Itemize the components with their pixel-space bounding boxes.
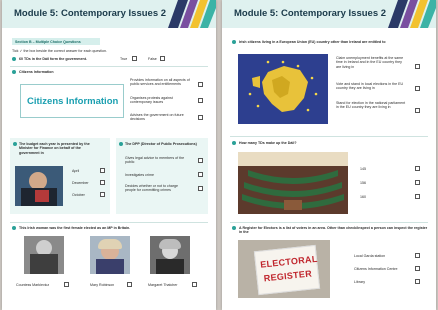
left-header-title: Module 5: Contemporary Issues 2 (14, 8, 167, 19)
right-header-title: Module 5: Contemporary Issues 2 (234, 8, 387, 19)
q1-false-checkbox[interactable] (160, 56, 165, 61)
markievicz-photo (24, 236, 64, 274)
section-label: Section B – Multiple Choice Questions (12, 38, 100, 45)
q4-option-3-checkbox[interactable] (198, 186, 203, 191)
q4-option-1-checkbox[interactable] (198, 158, 203, 163)
q5-option-1-checkbox[interactable] (64, 282, 69, 287)
dail-chamber-photo (238, 152, 348, 214)
q2-option-1: Provides information on all aspects of p… (130, 78, 190, 87)
q2-option-2: Organises protests against contemporary … (130, 96, 173, 105)
q5-text: This Irish woman was the first female el… (19, 226, 131, 230)
q7-option-1-checkbox[interactable] (415, 166, 420, 171)
q3-option-3: October (72, 193, 85, 197)
right-header: Module 5: Contemporary Issues 2 (222, 0, 436, 28)
q3-option-3-checkbox[interactable] (100, 192, 105, 197)
q4-option-2-checkbox[interactable] (198, 172, 203, 177)
q8-option-1-checkbox[interactable] (415, 253, 420, 258)
spread: Module 5: Contemporary Issues 2 Section … (0, 0, 438, 310)
eu-map-icon (248, 60, 318, 112)
q8-option-2: Citizens Information Centre (354, 267, 398, 271)
citizens-logo: Citizens Information (20, 84, 124, 118)
q1-true-checkbox[interactable] (132, 56, 137, 61)
q7-text: How many TDs make up the Dáil? (239, 141, 297, 145)
header-stripes-icon (388, 0, 436, 28)
q7-bullet-icon (232, 141, 236, 145)
dail-chamber-icon (238, 152, 348, 210)
q8-option-1: Local Garda station (354, 254, 386, 258)
q8-bullet-icon (232, 226, 236, 230)
q4-text: The DPP (Director of Public Prosecutions… (125, 142, 197, 146)
q4-bullet-icon (119, 142, 123, 146)
register-sign: ELECTORAL REGISTER (253, 244, 321, 296)
q1-text: 60 TDs in the Dáil form the government. (19, 57, 87, 61)
q1-true-label: True (120, 57, 128, 61)
logo-text: Citizens Information (27, 96, 119, 107)
sign-line-1: ELECTORAL (259, 253, 319, 270)
q1-bullet-icon (12, 57, 16, 61)
q3-option-2: December (72, 181, 89, 185)
q6-option-3: Stand for election in the national parli… (336, 101, 406, 110)
instruction: Tick ✓ the box beside the correct answer… (12, 49, 107, 53)
q2-option-3-checkbox[interactable] (198, 115, 203, 120)
eu-map-image (238, 54, 328, 124)
q4-option-1: Gives legal advice to members of the pub… (125, 156, 185, 165)
right-page: Module 5: Contemporary Issues 2 Irish ci… (222, 0, 436, 310)
q5-option-2-checkbox[interactable] (127, 282, 132, 287)
q3-option-1: April (72, 169, 80, 173)
q5-bullet-icon (12, 226, 16, 230)
q3-text: The budget each year is presented by the… (19, 142, 90, 155)
q5-option-3-checkbox[interactable] (192, 282, 197, 287)
q7-option-2-checkbox[interactable] (415, 180, 420, 185)
q3-option-2-checkbox[interactable] (100, 180, 105, 185)
q3-option-1-checkbox[interactable] (100, 168, 105, 173)
minister-photo (15, 166, 63, 206)
q6-option-1-checkbox[interactable] (415, 64, 420, 69)
q7-option-3-checkbox[interactable] (415, 194, 420, 199)
q1-false-label: False (148, 57, 157, 61)
q5-option-3: Margaret Thatcher (148, 283, 178, 287)
divider (230, 136, 428, 137)
left-page: Module 5: Contemporary Issues 2 Section … (2, 0, 216, 310)
divider (230, 222, 428, 223)
q2-option-3: Advises the government on future decisio… (130, 113, 184, 122)
robinson-photo (90, 236, 130, 274)
q2-option-2-checkbox[interactable] (198, 98, 203, 103)
q2-text: Citizens Information (19, 70, 54, 74)
q6-bullet-icon (232, 40, 236, 44)
q5-option-1: Countess Markievicz (16, 283, 50, 287)
electoral-register-photo: ELECTORAL REGISTER (238, 240, 330, 298)
q6-text: Irish citizens living in a European Unio… (239, 40, 386, 44)
q6-option-3-checkbox[interactable] (415, 108, 420, 113)
q7-option-2: 156 (360, 181, 366, 185)
sign-line-2: REGISTER (263, 268, 313, 284)
q7-option-1: 145 (360, 167, 366, 171)
thatcher-photo (150, 236, 190, 274)
left-header: Module 5: Contemporary Issues 2 (2, 0, 216, 28)
q5-option-2: Mary Robinson (90, 283, 115, 287)
q3-bullet-icon (13, 142, 17, 146)
divider (10, 66, 208, 67)
q6-option-2-checkbox[interactable] (415, 86, 420, 91)
q2-bullet-icon (12, 70, 16, 74)
q2-option-1-checkbox[interactable] (198, 82, 203, 87)
header-stripes-icon (168, 0, 216, 28)
q4-option-2: Investigates crime (125, 173, 154, 177)
q6-option-1: Claim unemployment benefits at the same … (336, 56, 404, 69)
divider (10, 222, 208, 223)
q4-option-3: Decides whether or not to charge people … (125, 184, 178, 193)
q6-option-2: Vote and stand in local elections in the… (336, 82, 404, 91)
q8-option-3: Library (354, 280, 365, 284)
q8-text: A Register for Electors is a list of vot… (239, 226, 428, 235)
q7-option-3: 160 (360, 195, 366, 199)
q8-option-2-checkbox[interactable] (415, 266, 420, 271)
q8-option-3-checkbox[interactable] (415, 279, 420, 284)
